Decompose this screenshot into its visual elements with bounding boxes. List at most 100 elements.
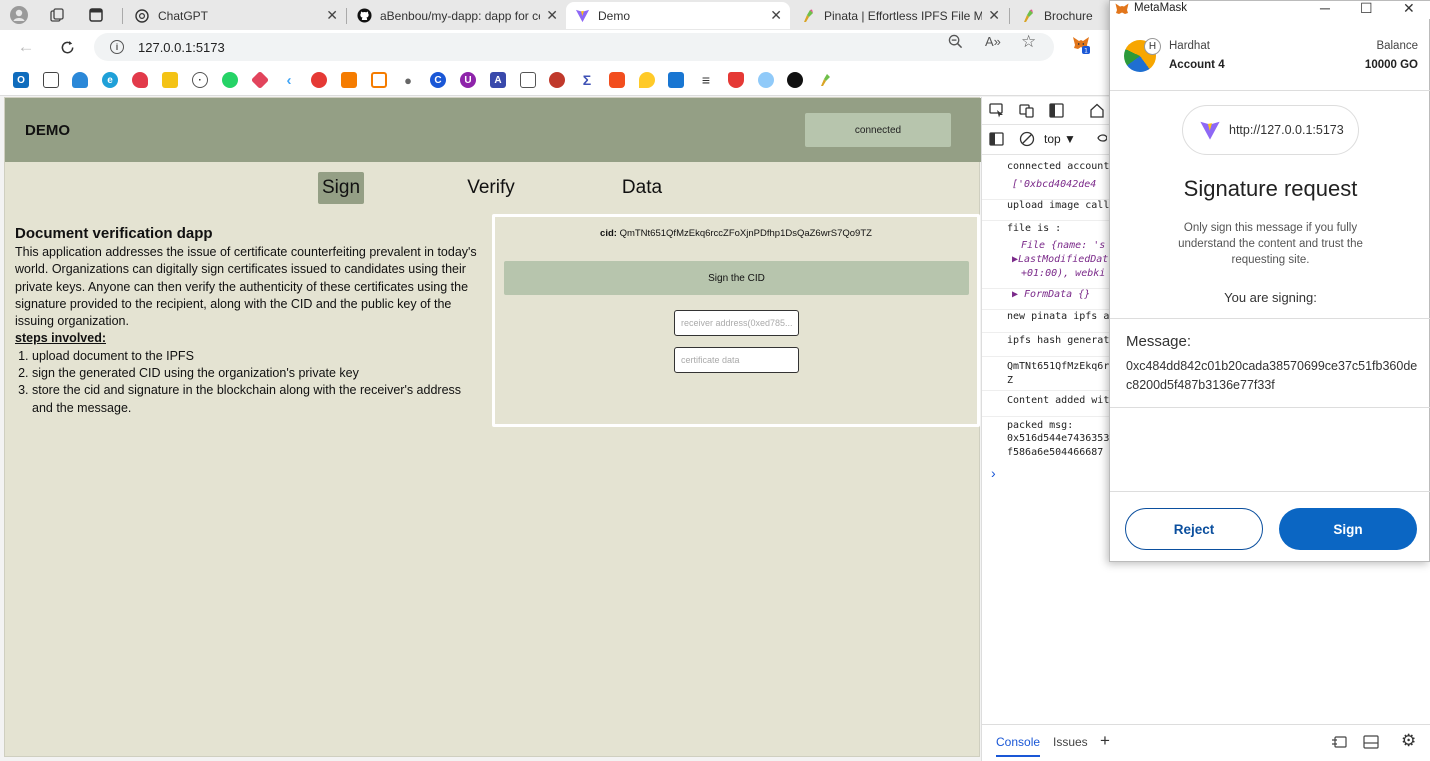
console-log: new pinata ipfs a <box>982 311 1112 333</box>
udemy-icon[interactable]: U <box>460 72 476 88</box>
console-log: +01:00), webki <box>1021 268 1106 279</box>
console-log: file is : <box>1007 223 1062 234</box>
receiver-address-input[interactable]: receiver address(0xed785... <box>674 310 799 336</box>
console-log[interactable]: File {name: 's <box>982 240 1112 254</box>
console-log[interactable]: ▶LastModifiedDat <box>982 254 1112 268</box>
console-log[interactable]: ▶ FormData {} <box>982 288 1112 310</box>
tab-demo[interactable]: Demo ✕ <box>566 2 790 29</box>
sign-cid-button[interactable]: Sign the CID <box>504 261 969 295</box>
console-log: QmTNt651QfMzEkq6r <box>1007 361 1110 372</box>
sidebar-toggle-icon[interactable] <box>989 132 1004 149</box>
record-icon[interactable] <box>311 72 327 88</box>
tab-issues[interactable]: Issues <box>1053 735 1088 749</box>
book-icon[interactable] <box>668 72 684 88</box>
connect-wallet-button[interactable]: connected <box>805 113 951 147</box>
url-field[interactable]: i 127.0.0.1:5173 <box>94 33 1054 61</box>
openai-icon[interactable]: · <box>192 72 208 88</box>
grid-orange-icon[interactable] <box>341 72 357 88</box>
menu-lines-icon[interactable]: ≡ <box>698 72 714 88</box>
read-aloud-icon[interactable]: A» <box>985 34 1001 49</box>
photos-icon[interactable] <box>162 72 178 88</box>
window-titlebar: MetaMask ─ ☐ ✕ <box>1110 0 1430 19</box>
home-icon[interactable] <box>1089 103 1105 121</box>
globe-icon[interactable] <box>758 72 774 88</box>
tab-label: Brochure <box>1044 8 1093 23</box>
shield-icon[interactable] <box>728 72 744 88</box>
reload-icon[interactable] <box>55 36 79 58</box>
inspect-icon[interactable] <box>989 103 1005 121</box>
close-icon[interactable]: ✕ <box>988 7 1000 24</box>
reject-button[interactable]: Reject <box>1125 508 1263 550</box>
account-header: H Hardhat Account 4 Balance 10000 GO <box>1110 33 1430 91</box>
minimize-icon[interactable]: ─ <box>1320 0 1330 16</box>
figma-icon[interactable] <box>609 72 625 88</box>
sign-warning-text: Only sign this message if you fully unde… <box>1178 222 1363 266</box>
cid-label: cid: <box>600 228 617 239</box>
tab-console[interactable]: Console <box>996 735 1041 757</box>
add-tab-icon[interactable]: + <box>1100 731 1110 751</box>
console-log[interactable]: ['0xbcd4042de4 <box>982 179 1112 197</box>
circle-c-icon[interactable]: C <box>430 72 446 88</box>
whatsapp-icon[interactable] <box>222 72 238 88</box>
hexagon-icon[interactable] <box>371 72 387 88</box>
back-arrow-icon[interactable]: ← <box>14 36 38 58</box>
close-icon[interactable]: ✕ <box>546 7 558 24</box>
onedrive-icon[interactable] <box>72 72 88 88</box>
tab-data[interactable]: Data <box>617 172 667 204</box>
close-icon[interactable]: ✕ <box>326 7 338 24</box>
close-window-icon[interactable]: ✕ <box>1403 0 1415 17</box>
tab-github[interactable]: aBenbou/my-dapp: dapp for cer ✕ <box>348 2 566 29</box>
app-header: DEMO connected <box>5 98 981 162</box>
table-icon[interactable] <box>520 72 536 88</box>
profile-icon[interactable] <box>8 5 30 25</box>
certificate-data-input[interactable]: certificate data <box>674 347 799 373</box>
pinata-bookmark-icon[interactable] <box>817 72 833 88</box>
tab-sign[interactable]: Sign <box>318 172 364 204</box>
tab-actions-icon[interactable] <box>85 5 107 25</box>
eye-icon[interactable] <box>1097 131 1108 148</box>
ai-box-icon[interactable]: A <box>490 72 506 88</box>
apple-icon[interactable]: ● <box>400 72 416 88</box>
console-prompt-icon[interactable]: › <box>991 465 996 481</box>
tab-pinata[interactable]: Pinata | Effortless IPFS File Mana ✕ <box>792 2 1008 29</box>
tab-chatgpt[interactable]: ChatGPT ✕ <box>126 2 346 29</box>
steps-title: steps involved: <box>15 331 106 346</box>
favorite-star-icon[interactable]: ☆ <box>1021 32 1036 52</box>
balance-label: Balance <box>1376 40 1418 52</box>
close-icon[interactable]: ✕ <box>770 7 782 24</box>
clear-console-icon[interactable] <box>1019 131 1035 150</box>
ladybug-icon[interactable] <box>549 72 565 88</box>
zoom-icon[interactable] <box>948 34 963 53</box>
github-bookmark-icon[interactable] <box>787 72 803 88</box>
context-selector[interactable]: top ▼ <box>1044 132 1076 146</box>
description-heading: Document verification dapp <box>15 225 213 242</box>
flutter-icon[interactable]: ‹ <box>281 72 297 89</box>
url-text: 127.0.0.1:5173 <box>138 39 225 55</box>
message-value: 0xc484dd842c01b20cada38570699ce37c51fb36… <box>1126 359 1418 392</box>
bookmark-red-icon[interactable] <box>250 70 270 90</box>
dock-side-icon[interactable] <box>1049 103 1064 121</box>
sigma-icon[interactable]: Σ <box>579 72 595 88</box>
metamask-extension-icon[interactable]: 1 <box>1071 34 1091 58</box>
site-info-icon[interactable]: i <box>110 40 124 54</box>
collections-icon[interactable] <box>46 5 68 25</box>
quick-view-icon[interactable] <box>1331 735 1347 752</box>
device-toolbar-icon[interactable] <box>1019 103 1035 121</box>
sign-button[interactable]: Sign <box>1279 508 1417 550</box>
tab-separator <box>122 8 123 24</box>
console-log: upload image call <box>982 199 1112 221</box>
cid-display: cid: QmTNt651QfMzEkq6rccZFoXjnPDfhp1DsQa… <box>495 228 977 239</box>
console-log: Content added wit <box>982 395 1112 417</box>
tab-brochure[interactable]: Brochure <box>1012 2 1110 29</box>
firebase-icon[interactable] <box>639 72 655 88</box>
drawer-dock-icon[interactable] <box>1363 735 1379 752</box>
tab-verify[interactable]: Verify <box>460 172 522 204</box>
settings-gear-icon[interactable]: ⚙ <box>1401 731 1416 751</box>
document-icon[interactable] <box>43 72 59 88</box>
outlook-icon[interactable]: O <box>13 72 29 88</box>
maximize-icon[interactable]: ☐ <box>1360 0 1373 17</box>
edge-icon[interactable]: e <box>102 72 118 88</box>
network-name: Hardhat <box>1169 40 1210 52</box>
heart-icon[interactable] <box>132 72 148 88</box>
tab-separator <box>1009 8 1010 24</box>
